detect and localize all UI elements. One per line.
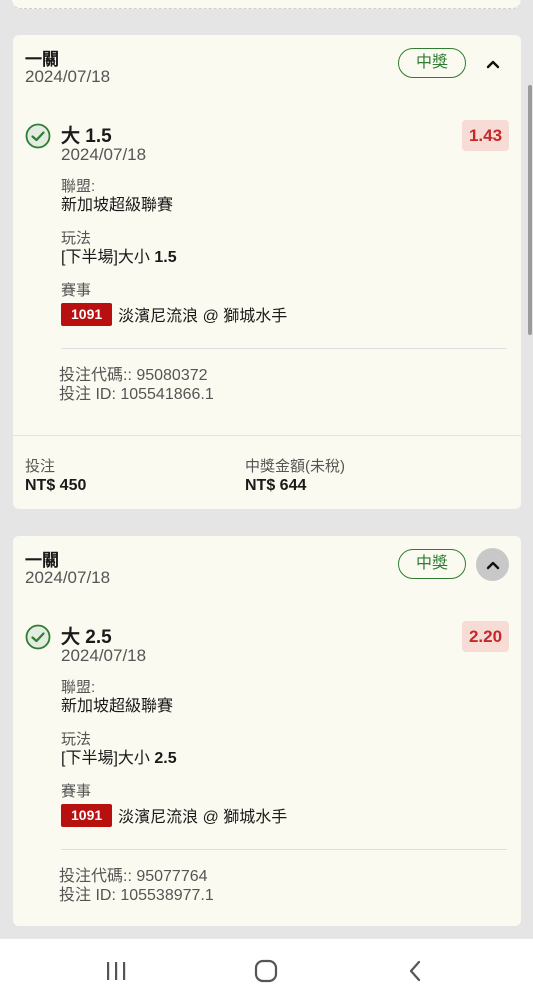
selection-row: 大 2.5 2024/07/18 2.20	[13, 620, 521, 678]
home-icon	[254, 959, 278, 983]
market-label: 玩法	[61, 731, 92, 748]
bet-codes: 投注代碼:: 95080372 投注 ID: 105541866.1	[59, 366, 521, 404]
payout-value: NT$ 644	[245, 477, 307, 494]
collapse-button[interactable]	[476, 47, 509, 80]
selection-name: 大 2.5	[61, 627, 112, 648]
event-label: 賽事	[61, 282, 92, 299]
market-value: [下半場]大小 1.5	[61, 248, 521, 268]
odds-badge: 2.20	[462, 621, 509, 652]
league-value: 新加坡超級聯賽	[61, 197, 174, 214]
back-icon	[409, 960, 421, 982]
check-circle-icon	[25, 624, 51, 650]
market-value: [下半場]大小 2.5	[61, 749, 521, 769]
recent-apps-icon	[107, 962, 126, 980]
bet-card: 一關 2024/07/18 中獎 大 2.5 2024/07/18 2.20 聯…	[13, 536, 521, 926]
stake-label: 投注	[25, 458, 56, 475]
league-value: 新加坡超級聯賽	[61, 698, 174, 715]
league-label: 聯盟:	[61, 679, 96, 696]
chevron-up-icon	[486, 60, 499, 68]
status-badge: 中獎	[398, 549, 466, 579]
bet-card-header: 一關 2024/07/18 中獎	[13, 35, 521, 97]
event-label: 賽事	[61, 783, 92, 800]
home-button[interactable]	[236, 953, 296, 989]
market-prefix: [下半場]大小	[61, 249, 155, 266]
previous-card-edge	[0, 0, 533, 20]
market-line: 2.5	[154, 750, 177, 767]
odds-badge: 1.43	[462, 120, 509, 151]
bet-card-header: 一關 2024/07/18 中獎	[13, 536, 521, 598]
bet-date: 2024/07/18	[25, 568, 111, 587]
collapse-button[interactable]	[476, 548, 509, 581]
chevron-up-icon	[486, 561, 499, 569]
selection-details: 聯盟: 新加坡超級聯賽 玩法 [下半場]大小 1.5 賽事 1091 淡濱尼流浪…	[61, 177, 521, 326]
bet-code: 投注代碼:: 95080372	[59, 367, 208, 384]
match-number-badge: 1091	[61, 803, 113, 827]
selection-date: 2024/07/18	[61, 646, 147, 665]
status-badge: 中獎	[398, 48, 466, 78]
recent-apps-button[interactable]	[86, 953, 146, 989]
match-name: 淡濱尼流浪 @ 獅城水手	[118, 809, 288, 826]
selection-date: 2024/07/18	[61, 145, 147, 164]
event-row: 1091 淡濱尼流浪 @ 獅城水手	[61, 803, 521, 827]
selection-row: 大 1.5 2024/07/18 1.43	[13, 119, 521, 177]
match-name: 淡濱尼流浪 @ 獅城水手	[118, 308, 288, 325]
selection-details: 聯盟: 新加坡超級聯賽 玩法 [下半場]大小 2.5 賽事 1091 淡濱尼流浪…	[61, 678, 521, 827]
match-number-badge: 1091	[61, 302, 113, 326]
payout-label: 中獎金額(未稅)	[245, 458, 345, 475]
scrollbar[interactable]	[528, 85, 532, 335]
bet-id: 投注 ID: 105541866.1	[59, 386, 214, 403]
market-label: 玩法	[61, 230, 92, 247]
bet-card-footer: 投注 NT$ 450 中獎金額(未稅) NT$ 644	[13, 435, 521, 509]
selection-name: 大 1.5	[61, 126, 112, 147]
divider	[61, 348, 507, 349]
bet-code: 投注代碼:: 95077764	[59, 868, 208, 885]
payout-block: 中獎金額(未稅) NT$ 644	[245, 458, 345, 496]
system-navigation-bar	[0, 938, 533, 1001]
event-row: 1091 淡濱尼流浪 @ 獅城水手	[61, 302, 521, 326]
bet-codes: 投注代碼:: 95077764 投注 ID: 105538977.1	[59, 867, 521, 905]
back-button[interactable]	[385, 953, 445, 989]
bet-id: 投注 ID: 105538977.1	[59, 887, 214, 904]
divider	[61, 849, 507, 850]
stake-value: NT$ 450	[25, 477, 87, 494]
stake-block: 投注 NT$ 450	[25, 458, 86, 496]
bet-date: 2024/07/18	[25, 67, 111, 86]
market-line: 1.5	[154, 249, 177, 266]
ticket-tear-edge	[12, 0, 521, 9]
league-label: 聯盟:	[61, 178, 96, 195]
bet-card: 一關 2024/07/18 中獎 大 1.5 2024/07/18 1.43 聯…	[13, 35, 521, 509]
market-prefix: [下半場]大小	[61, 750, 155, 767]
check-circle-icon	[25, 123, 51, 149]
